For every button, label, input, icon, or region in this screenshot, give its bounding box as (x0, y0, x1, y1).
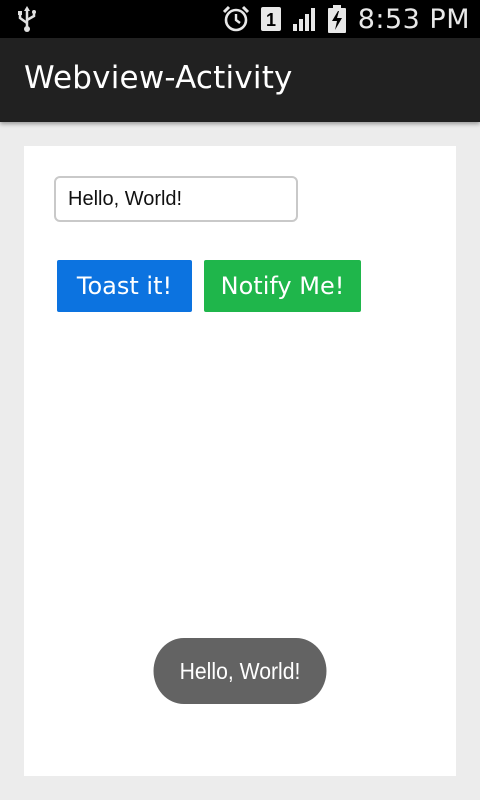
status-time: 8:53 PM (357, 3, 470, 35)
page-title: Webview-Activity (24, 60, 293, 96)
battery-charging-icon (327, 5, 346, 33)
notify-button[interactable]: Notify Me! (204, 260, 361, 312)
action-bar: Webview-Activity (0, 38, 480, 122)
message-input[interactable] (54, 176, 298, 222)
usb-icon (16, 6, 38, 32)
toast-button[interactable]: Toast it! (57, 260, 192, 312)
webview-content: Toast it! Notify Me! Hello, World! (24, 146, 456, 776)
sim-slot-icon: 1 (260, 6, 282, 32)
status-bar: 1 8:53 PM (0, 0, 480, 38)
svg-text:1: 1 (266, 10, 276, 30)
signal-icon (292, 6, 318, 32)
alarm-clock-icon (222, 5, 250, 33)
status-icons: 1 8:53 PM (212, 0, 470, 38)
toast-message: Hello, World! (153, 638, 327, 704)
